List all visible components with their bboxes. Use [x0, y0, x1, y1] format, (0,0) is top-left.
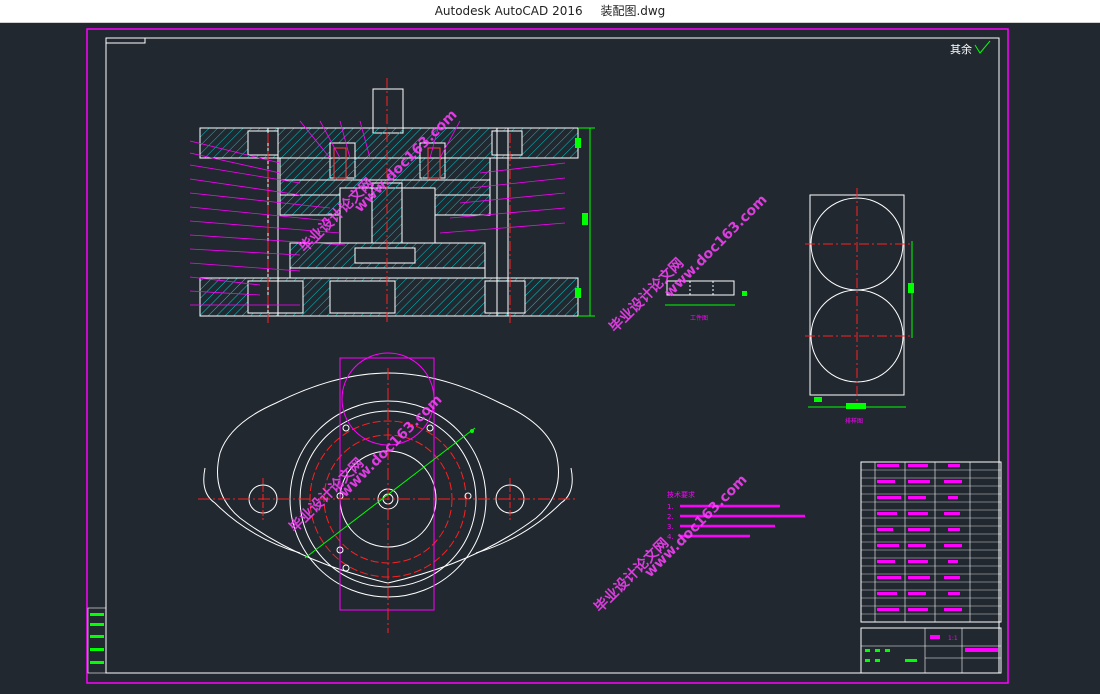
tech-req-item: 1.: [667, 503, 674, 511]
watermark-text: 毕业设计论文网: [286, 455, 367, 536]
roughness-note: 其余: [950, 42, 972, 56]
watermark-layer: 毕业设计论文网 www.doc163.com 毕业设计论文网 www.doc16…: [286, 107, 771, 616]
strip-layout[interactable]: 排样图: [805, 188, 914, 425]
watermark-text: www.doc163.com: [337, 392, 446, 501]
watermark-text: www.doc163.com: [662, 192, 771, 301]
app-title: Autodesk AutoCAD 2016: [434, 4, 583, 18]
drawing-svg[interactable]: 其余 工件图 排样图 技术要求 1. 2. 3. 4. 1:1 毕业设计论文网 …: [0, 23, 1100, 690]
strip-layout-label: 排样图: [845, 417, 863, 425]
revision-block: [87, 607, 107, 674]
title-block[interactable]: 1:1: [860, 627, 1002, 674]
tech-req-item: 2.: [667, 513, 674, 521]
assembly-section-view[interactable]: [189, 78, 595, 325]
sheet-outer-frame: [86, 28, 1009, 684]
drawing-canvas[interactable]: 其余 工件图 排样图 技术要求 1. 2. 3. 4. 1:1 毕业设计论文网 …: [0, 23, 1100, 690]
corner-mark: [106, 38, 146, 44]
part-drawing-label: 工件图: [690, 314, 708, 322]
assembly-plan-view[interactable]: [198, 352, 578, 633]
tech-req-item: 3.: [667, 523, 674, 531]
window-title-bar: Autodesk AutoCAD 2016 装配图.dwg: [0, 0, 1100, 23]
tech-req-title: 技术要求: [667, 490, 695, 499]
watermark-text: 毕业设计论文网: [591, 535, 672, 616]
parts-list-table[interactable]: [860, 461, 1002, 623]
file-name: 装配图.dwg: [600, 4, 666, 18]
roughness-symbol: [974, 40, 991, 54]
scale-text: 1:1: [948, 635, 958, 642]
